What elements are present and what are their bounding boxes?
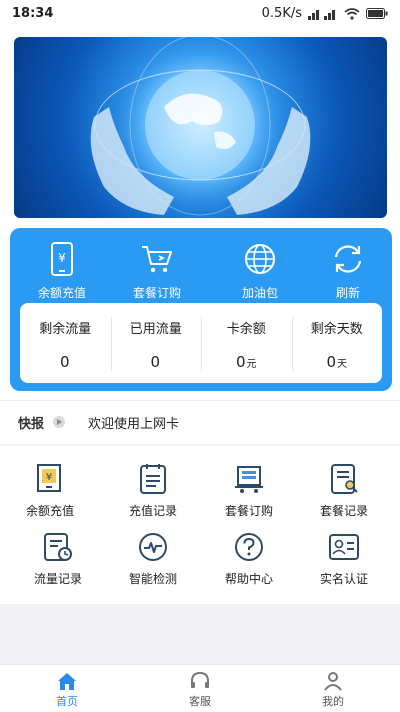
package-record-icon: [294, 462, 394, 496]
nav-customer-service[interactable]: 客服: [160, 669, 240, 709]
feature-grid: ¥ 余额充值 充值记录 套餐订购 套餐记录 流量记录 智能检测 帮助中心 实名认…: [0, 446, 400, 604]
stat-number: 0: [150, 353, 161, 371]
stat-label: 已用流量: [129, 322, 182, 337]
action-label: 套餐订购: [132, 286, 181, 300]
stat-unit: 天: [337, 359, 348, 370]
action-label: 余额充值: [37, 286, 86, 300]
headset-icon: [160, 669, 240, 693]
svg-text:¥: ¥: [46, 472, 52, 483]
package-order-icon: [199, 462, 299, 496]
stat-number: 0: [59, 353, 70, 371]
wifi-icon: [344, 7, 360, 20]
action-label: 刷新: [335, 286, 360, 300]
battery-icon: [366, 8, 388, 19]
banner-globe-hands-image: [90, 37, 311, 218]
stat-value: 0: [111, 353, 202, 371]
nav-label: 客服: [189, 695, 211, 708]
grid-label: 实名认证: [319, 572, 368, 586]
grid-package-order[interactable]: 套餐订购: [199, 462, 299, 519]
recharge-record-icon: [103, 462, 203, 496]
grid-traffic-record[interactable]: 流量记录: [8, 530, 108, 587]
nav-label: 首页: [56, 695, 78, 708]
id-card-icon: [294, 530, 394, 564]
refresh-icon: [308, 240, 388, 278]
status-time: 18:34: [12, 6, 54, 21]
stat-label: 剩余天数: [310, 322, 363, 337]
cart-icon: [117, 240, 197, 278]
stat-card-balance: 卡余额 0元: [201, 303, 292, 383]
news-ticker[interactable]: 快报 欢迎使用上网卡: [0, 400, 400, 444]
grid-recharge-record[interactable]: 充值记录: [103, 462, 203, 519]
action-balance-recharge[interactable]: ¥ 余额充值: [22, 240, 102, 301]
nav-home[interactable]: 首页: [27, 669, 107, 709]
news-text[interactable]: 欢迎使用上网卡: [88, 413, 179, 432]
stat-label: 卡余额: [226, 322, 266, 337]
account-panel: ¥ 余额充值 套餐订购 加油包 刷新 剩余流量 0 已用流量 0 卡余额 0元 …: [10, 228, 392, 391]
action-package-order[interactable]: 套餐订购: [117, 240, 197, 301]
traffic-record-icon: [8, 530, 108, 564]
play-arrow-icon: [53, 416, 65, 428]
stat-value: 0天: [292, 353, 383, 371]
phone-yuan-icon: ¥: [22, 240, 102, 278]
stat-unit: 元: [246, 359, 257, 370]
stat-value: 0元: [201, 353, 292, 371]
grid-smart-detect[interactable]: 智能检测: [103, 530, 203, 587]
action-refresh[interactable]: 刷新: [308, 240, 388, 301]
grid-label: 套餐记录: [319, 504, 368, 518]
action-label: 加油包: [241, 286, 278, 300]
banner-carousel[interactable]: [14, 37, 387, 218]
net-speed: 0.5K/s: [261, 6, 302, 21]
stat-value: 0: [20, 353, 111, 371]
signal-icon: [308, 8, 338, 20]
action-addon-pack[interactable]: 加油包: [220, 240, 300, 301]
usage-stats-card: 剩余流量 0 已用流量 0 卡余额 0元 剩余天数 0天: [20, 303, 382, 383]
user-icon: [293, 669, 373, 693]
svg-text:¥: ¥: [58, 251, 66, 265]
stat-used-data: 已用流量 0: [110, 303, 202, 383]
smart-detect-icon: [103, 530, 203, 564]
status-bar: 18:34 0.5K/s: [0, 0, 400, 28]
grid-help-center[interactable]: 帮助中心: [199, 530, 299, 587]
grid-label: 套餐订购: [224, 504, 273, 518]
nav-label: 我的: [322, 695, 344, 708]
stat-remaining-days: 剩余天数 0天: [291, 303, 383, 383]
home-icon: [27, 669, 107, 693]
bottom-nav: 首页 客服 我的: [0, 664, 400, 712]
grid-label: 余额充值: [25, 504, 74, 518]
recharge-icon: ¥: [0, 462, 100, 496]
stat-label: 剩余流量: [39, 322, 92, 337]
status-indicators: 0.5K/s: [262, 6, 388, 21]
grid-package-record[interactable]: 套餐记录: [294, 462, 394, 519]
grid-label: 帮助中心: [224, 572, 273, 586]
stat-number: 0: [235, 353, 246, 371]
grid-label: 智能检测: [128, 572, 177, 586]
stat-number: 0: [326, 353, 337, 371]
grid-balance-recharge[interactable]: ¥ 余额充值: [0, 462, 100, 519]
globe-icon: [220, 240, 300, 278]
help-icon: [199, 530, 299, 564]
nav-mine[interactable]: 我的: [293, 669, 373, 709]
grid-label: 流量记录: [33, 572, 82, 586]
news-tag: 快报: [18, 417, 45, 432]
grid-real-name-auth[interactable]: 实名认证: [294, 530, 394, 587]
grid-label: 充值记录: [128, 504, 177, 518]
stat-remaining-data: 剩余流量 0: [20, 303, 111, 383]
